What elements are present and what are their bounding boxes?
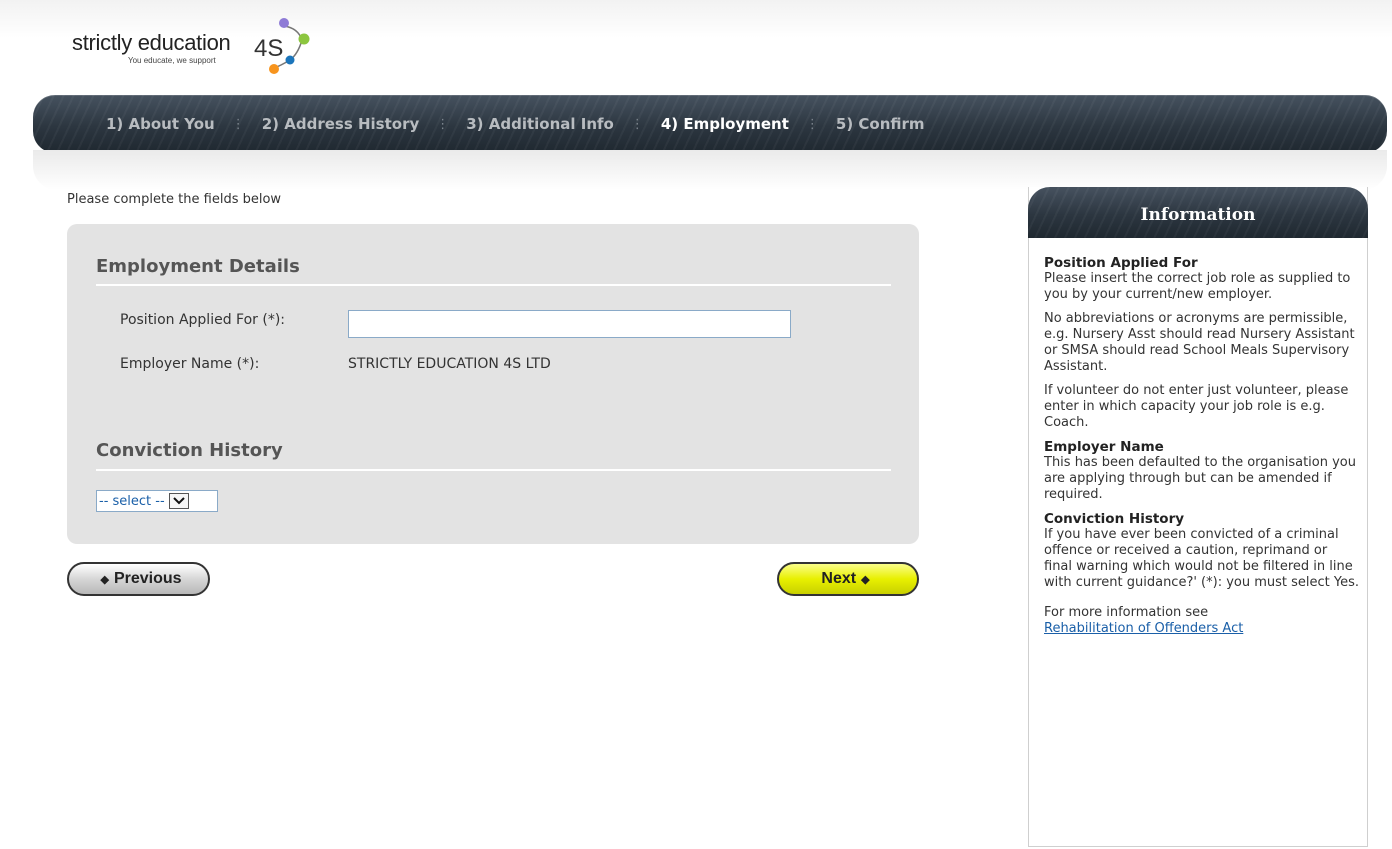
conviction-history-heading: Conviction History <box>96 440 283 461</box>
info-position-text-3: If volunteer do not enter just volunteer… <box>1044 383 1349 430</box>
section-divider <box>96 284 891 286</box>
step-separator: ⋮ <box>630 116 644 132</box>
next-button-label: Next <box>821 570 857 587</box>
info-position-text-2: No abbreviations or acronyms are permiss… <box>1044 311 1355 374</box>
previous-button[interactable]: ◆ Previous <box>67 562 210 596</box>
step-additional-info[interactable]: 3) Additional Info <box>466 115 614 133</box>
section-divider <box>96 469 891 471</box>
next-button[interactable]: Next ◆ <box>777 562 919 596</box>
employer-label: Employer Name (*): <box>120 356 260 372</box>
step-separator: ⋮ <box>231 116 245 132</box>
employer-name-value: STRICTLY EDUCATION 4S LTD <box>348 356 551 372</box>
form-intro: Please complete the fields below <box>67 192 282 207</box>
position-applied-for-input[interactable] <box>348 310 791 338</box>
position-label: Position Applied For (*): <box>120 312 286 328</box>
nav-shadow <box>33 150 1387 190</box>
info-more-text: For more information see <box>1044 605 1209 620</box>
employment-details-heading: Employment Details <box>96 256 300 277</box>
employment-form-panel: Employment Details Position Applied For … <box>67 224 919 544</box>
information-body: Position Applied For Please insert the c… <box>1044 255 1359 637</box>
information-title: Information <box>1028 187 1368 238</box>
info-conviction-text: If you have ever been convicted of a cri… <box>1044 527 1360 590</box>
step-about-you[interactable]: 1) About You <box>106 115 215 133</box>
arrow-left-icon: ◆ <box>100 573 109 586</box>
info-employer-heading: Employer Name <box>1044 439 1164 455</box>
conviction-history-select[interactable]: -- select -- <box>96 490 218 512</box>
step-employment[interactable]: 4) Employment <box>661 115 789 133</box>
chevron-down-icon[interactable] <box>168 493 189 509</box>
step-separator: ⋮ <box>805 116 819 132</box>
information-sidebar: Information Position Applied For Please … <box>1028 187 1368 847</box>
step-address-history[interactable]: 2) Address History <box>262 115 420 133</box>
brand-4s-mark: 4S <box>254 18 310 74</box>
rehabilitation-act-link[interactable]: Rehabilitation of Offenders Act <box>1044 621 1243 636</box>
brand-logo[interactable]: strictly education You educate, we suppo… <box>68 14 318 76</box>
brand-tagline: You educate, we support <box>128 56 216 65</box>
brand-name: strictly education <box>72 30 231 55</box>
step-confirm[interactable]: 5) Confirm <box>836 115 925 133</box>
previous-button-label: Previous <box>113 570 182 587</box>
arrow-right-icon: ◆ <box>861 573 870 586</box>
brand-suffix: 4S <box>254 35 283 62</box>
info-position-heading: Position Applied For <box>1044 255 1198 271</box>
info-employer-text: This has been defaulted to the organisat… <box>1044 455 1356 502</box>
info-conviction-heading: Conviction History <box>1044 511 1185 527</box>
wizard-steps: 1) About You ⋮ 2) Address History ⋮ 3) A… <box>106 113 925 135</box>
step-separator: ⋮ <box>436 116 450 132</box>
conviction-select-value: -- select -- <box>99 493 165 509</box>
info-position-text-1: Please insert the correct job role as su… <box>1044 271 1351 302</box>
